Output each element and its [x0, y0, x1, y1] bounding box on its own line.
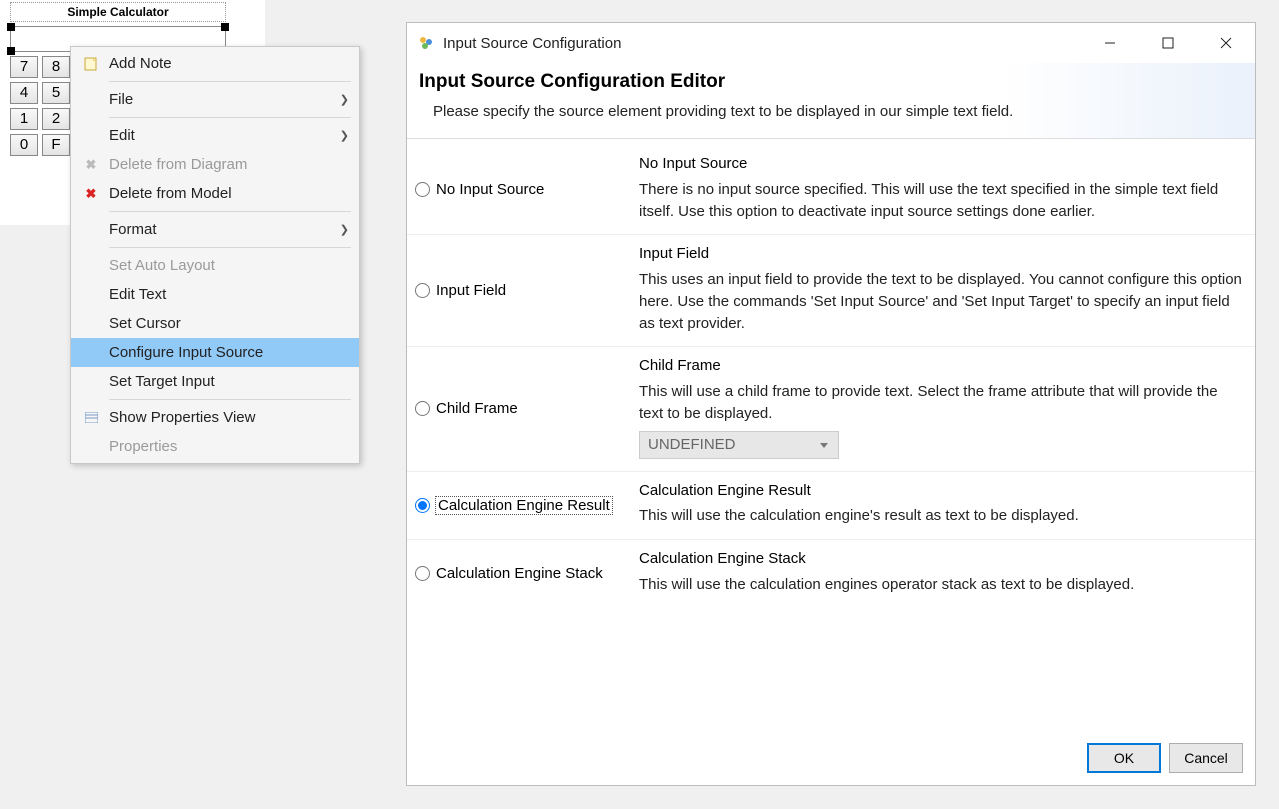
- dialog-footer: OK Cancel: [407, 733, 1255, 785]
- menu-delete-from-model[interactable]: ✖ Delete from Model: [71, 179, 359, 208]
- option-title: No Input Source: [639, 153, 1243, 175]
- option-title: Child Frame: [639, 355, 1243, 377]
- calc-key-4[interactable]: 4: [10, 82, 38, 104]
- dialog-header: Input Source Configuration Editor Please…: [407, 63, 1255, 139]
- menu-file[interactable]: File ❯: [71, 85, 359, 114]
- menu-format[interactable]: Format ❯: [71, 215, 359, 244]
- radio-calc-engine-stack[interactable]: [415, 566, 430, 581]
- radio-label: Calculation Engine Stack: [436, 565, 603, 582]
- option-input-field: Input Field Input Field This uses an inp…: [407, 235, 1255, 347]
- option-desc: This will use the calculation engine's r…: [639, 505, 1243, 527]
- dialog-header-desc: Please specify the source element provid…: [419, 103, 1243, 120]
- radio-label: Child Frame: [436, 400, 518, 417]
- input-source-dialog: Input Source Configuration Input Source …: [406, 22, 1256, 786]
- menu-separator: [109, 399, 351, 400]
- menu-set-auto-layout: Set Auto Layout: [71, 251, 359, 280]
- menu-separator: [109, 211, 351, 212]
- menu-separator: [109, 247, 351, 248]
- menu-separator: [109, 81, 351, 82]
- calc-key-2[interactable]: 2: [42, 108, 70, 130]
- calc-key-7[interactable]: 7: [10, 56, 38, 78]
- menu-set-target-input[interactable]: Set Target Input: [71, 367, 359, 396]
- menu-set-cursor[interactable]: Set Cursor: [71, 309, 359, 338]
- properties-icon: [79, 412, 103, 423]
- option-desc: This will use a child frame to provide t…: [639, 381, 1243, 425]
- menu-edit-text[interactable]: Edit Text: [71, 280, 359, 309]
- option-desc: This uses an input field to provide the …: [639, 269, 1243, 334]
- menu-edit[interactable]: Edit ❯: [71, 121, 359, 150]
- ok-button[interactable]: OK: [1087, 743, 1161, 773]
- calc-key-5[interactable]: 5: [42, 82, 70, 104]
- minimize-button[interactable]: [1081, 23, 1139, 63]
- calculator-title: Simple Calculator: [10, 2, 226, 22]
- calc-key-1[interactable]: 1: [10, 108, 38, 130]
- menu-configure-input-source[interactable]: Configure Input Source: [71, 338, 359, 367]
- close-button[interactable]: [1197, 23, 1255, 63]
- calc-key-f[interactable]: F: [42, 134, 70, 156]
- child-frame-combo[interactable]: UNDEFINED: [639, 431, 839, 459]
- option-desc: There is no input source specified. This…: [639, 179, 1243, 223]
- radio-label: Calculation Engine Result: [436, 497, 612, 514]
- menu-properties: Properties: [71, 432, 359, 461]
- note-icon: [79, 57, 103, 71]
- chevron-right-icon: ❯: [340, 93, 349, 106]
- radio-input-field[interactable]: [415, 283, 430, 298]
- option-desc: This will use the calculation engines op…: [639, 574, 1243, 596]
- dialog-titlebar[interactable]: Input Source Configuration: [407, 23, 1255, 63]
- menu-delete-from-diagram: ✖ Delete from Diagram: [71, 150, 359, 179]
- option-title: Input Field: [639, 243, 1243, 265]
- radio-calc-engine-result[interactable]: [415, 498, 430, 513]
- option-title: Calculation Engine Stack: [639, 548, 1243, 570]
- dialog-window-title: Input Source Configuration: [443, 35, 1081, 52]
- menu-separator: [109, 117, 351, 118]
- menu-add-note[interactable]: Add Note: [71, 49, 359, 78]
- dialog-header-title: Input Source Configuration Editor: [419, 71, 1243, 93]
- cancel-button[interactable]: Cancel: [1169, 743, 1243, 773]
- people-icon: [417, 34, 435, 52]
- context-menu: Add Note File ❯ Edit ❯ ✖ Delete from Dia…: [70, 46, 360, 464]
- x-red-icon: ✖: [79, 186, 103, 202]
- calc-key-0[interactable]: 0: [10, 134, 38, 156]
- dialog-body: No Input Source No Input Source There is…: [407, 139, 1255, 733]
- chevron-right-icon: ❯: [340, 129, 349, 142]
- chevron-right-icon: ❯: [340, 223, 349, 236]
- radio-no-input-source[interactable]: [415, 182, 430, 197]
- radio-child-frame[interactable]: [415, 401, 430, 416]
- menu-show-properties-view[interactable]: Show Properties View: [71, 403, 359, 432]
- option-no-input-source: No Input Source No Input Source There is…: [407, 145, 1255, 235]
- option-calc-engine-result: Calculation Engine Result Calculation En…: [407, 472, 1255, 541]
- option-title: Calculation Engine Result: [639, 480, 1243, 502]
- calc-key-8[interactable]: 8: [42, 56, 70, 78]
- radio-label: No Input Source: [436, 181, 544, 198]
- radio-label: Input Field: [436, 282, 506, 299]
- option-calc-engine-stack: Calculation Engine Stack Calculation Eng…: [407, 540, 1255, 608]
- x-icon: ✖: [79, 157, 103, 173]
- maximize-button[interactable]: [1139, 23, 1197, 63]
- option-child-frame: Child Frame Child Frame This will use a …: [407, 347, 1255, 471]
